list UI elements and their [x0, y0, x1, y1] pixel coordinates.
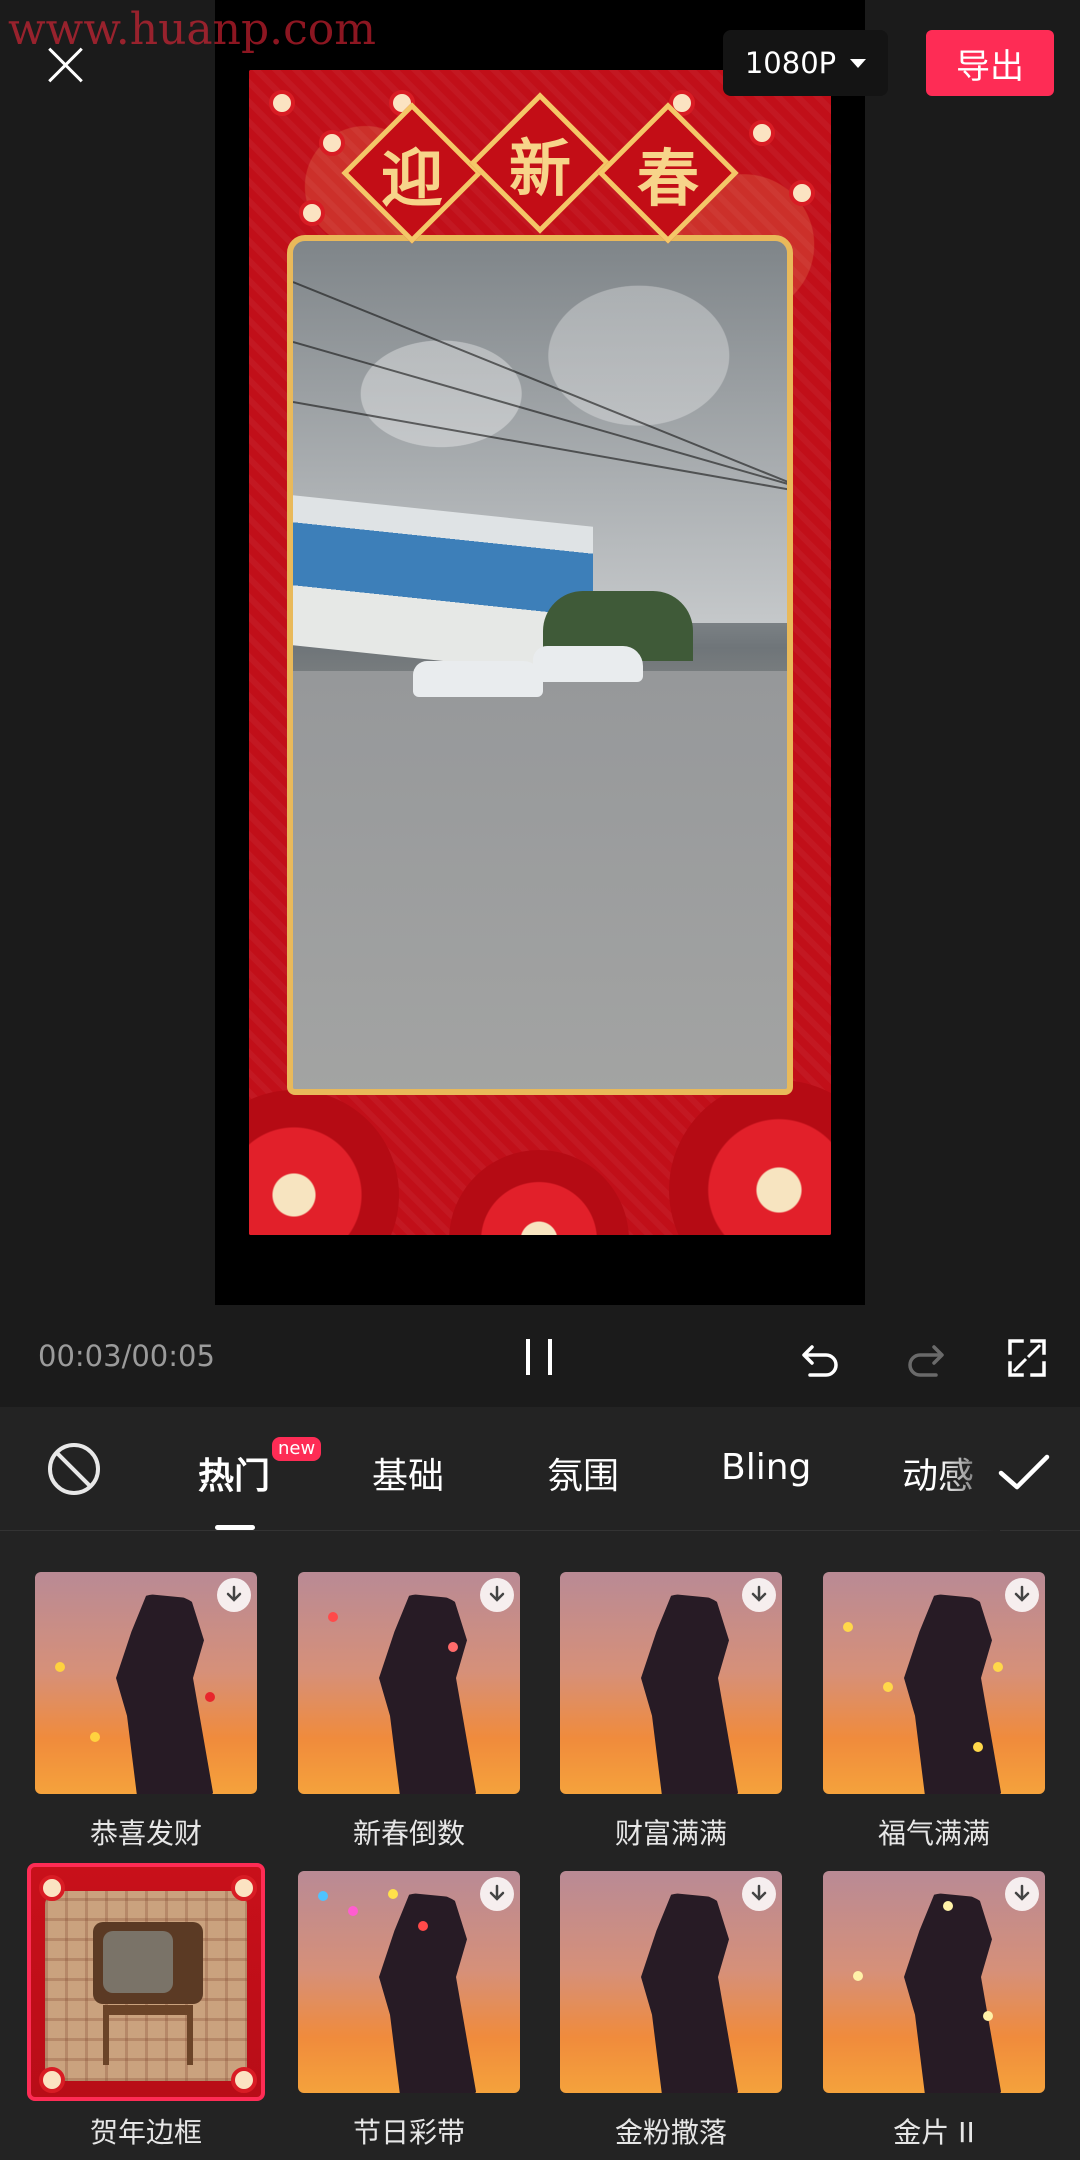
tv-image: [93, 1922, 203, 2004]
fullscreen-icon: [1008, 1339, 1046, 1377]
effect-label: 节日彩带: [352, 2116, 465, 2149]
confirm-button[interactable]: [995, 1447, 1053, 1497]
effect-label: 福气满满: [877, 1817, 990, 1850]
download-icon[interactable]: [742, 1877, 776, 1911]
pause-button[interactable]: [520, 1335, 560, 1379]
car: [413, 661, 543, 697]
effect-thumbnail: [560, 1871, 782, 2093]
undo-button[interactable]: [796, 1333, 846, 1383]
resolution-label: 1080P: [744, 46, 837, 80]
download-icon[interactable]: [1005, 1578, 1039, 1612]
blossom-decoration: [789, 180, 815, 206]
new-year-frame-preview[interactable]: 迎 新 春: [249, 70, 831, 1235]
redo-button[interactable]: [900, 1333, 950, 1383]
video-preview: 迎 新 春 www.huanp.com 1080P 导出: [0, 0, 1080, 1305]
effect-label: 恭喜发财: [89, 1817, 202, 1850]
car: [533, 646, 643, 682]
title-badge: 迎: [341, 102, 483, 244]
effect-label: 贺年边框: [89, 2116, 202, 2149]
title-char: 春: [636, 142, 699, 215]
road: [293, 671, 787, 1089]
check-icon: [998, 1454, 1050, 1490]
effect-thumbnail: [298, 1871, 520, 2093]
download-icon[interactable]: [742, 1578, 776, 1612]
effect-thumbnail: [560, 1572, 782, 1794]
blossom-decoration: [749, 120, 775, 146]
effect-thumbnail: [35, 1572, 257, 1794]
blossom-decoration: [299, 200, 325, 226]
undo-icon: [802, 1345, 838, 1377]
playback-bar: 00:03/00:05: [0, 1305, 1080, 1407]
no-effect-button[interactable]: [48, 1443, 100, 1495]
tab-basic[interactable]: 基础: [372, 1447, 444, 1499]
caret-down-icon: [850, 58, 867, 68]
tab-hot[interactable]: 热门: [198, 1447, 270, 1499]
title-char: 迎: [380, 142, 443, 215]
effect-category-tabs: 热门 new 基础 氛围 Bling 动感: [0, 1407, 1080, 1531]
blossom-decoration: [319, 130, 345, 156]
active-tab-indicator: [215, 1525, 255, 1530]
download-icon[interactable]: [480, 1877, 514, 1911]
redo-icon: [908, 1345, 944, 1377]
close-button[interactable]: [40, 40, 90, 90]
download-icon[interactable]: [217, 1578, 251, 1612]
tab-bling[interactable]: Bling: [721, 1447, 811, 1488]
video-frame-photo: [287, 235, 793, 1095]
effect-thumbnail: [823, 1572, 1045, 1794]
effect-thumbnail: [27, 1863, 265, 2101]
title-badge: 春: [597, 102, 739, 244]
download-icon[interactable]: [1005, 1877, 1039, 1911]
effect-label: 金粉撒落: [614, 2116, 727, 2149]
export-button[interactable]: 导出: [926, 30, 1054, 96]
effect-label: 新春倒数: [352, 1817, 465, 1850]
effect-thumbnail: [823, 1871, 1045, 2093]
blossom-decoration: [269, 90, 295, 116]
title-char: 新: [508, 132, 571, 205]
effect-label: 金片 II: [893, 2116, 975, 2149]
effects-panel: 热门 new 基础 氛围 Bling 动感 恭喜发财 新春倒数 财富满满 福气满…: [0, 1407, 1080, 2160]
new-badge: new: [272, 1437, 322, 1461]
resolution-select[interactable]: 1080P: [723, 30, 888, 96]
tab-atmosphere[interactable]: 氛围: [547, 1447, 619, 1499]
effect-label: 财富满满: [614, 1817, 727, 1850]
playback-time: 00:03/00:05: [38, 1339, 215, 1373]
tabs-scroll-fade: [940, 1407, 1000, 1531]
title-badge: 新: [469, 92, 611, 234]
effect-thumbnail: [298, 1572, 520, 1794]
fullscreen-button[interactable]: [1002, 1333, 1052, 1383]
download-icon[interactable]: [480, 1578, 514, 1612]
